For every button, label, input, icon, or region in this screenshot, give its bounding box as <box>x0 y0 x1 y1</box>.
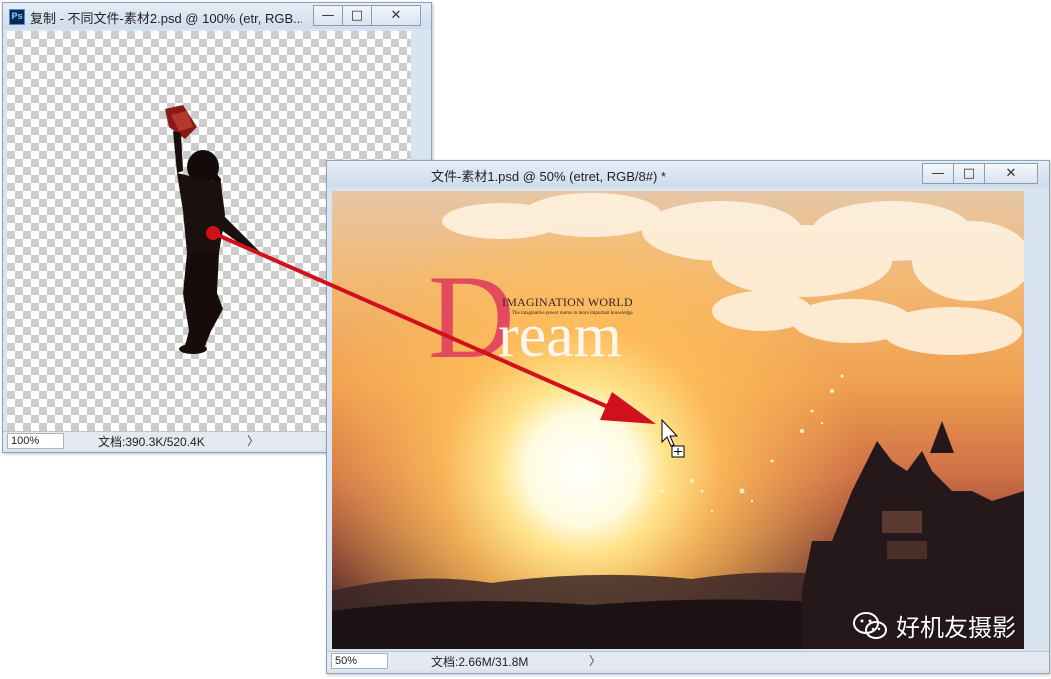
title-bar[interactable]: 文件-素材1.psd @ 50% (etret, RGB/8#) * — □ ✕ <box>327 161 1049 187</box>
maximize-button[interactable]: □ <box>342 5 372 26</box>
watermark: 好机友摄影 <box>852 608 1016 643</box>
title-bar[interactable]: Ps 复制 - 不同文件-素材2.psd @ 100% (etr, RGB...… <box>3 3 431 29</box>
imagination-heading: IMAGINATION WORLD <box>502 295 633 309</box>
maximize-button[interactable]: □ <box>953 163 985 184</box>
status-bar: 50% 文档:2.66M/31.8M 〉 <box>327 651 1049 670</box>
status-menu-arrow[interactable]: 〉 <box>247 432 259 449</box>
window-title: 复制 - 不同文件-素材2.psd @ 100% (etr, RGB... <box>30 11 302 26</box>
window-title: 文件-素材1.psd @ 50% (etret, RGB/8#) * <box>431 169 666 184</box>
close-icon: ✕ <box>1005 166 1017 181</box>
image-canvas[interactable]: D ream IMAGINATION WORLD The imaginative… <box>332 191 1024 649</box>
zoom-field[interactable]: 100% <box>7 433 64 449</box>
close-button[interactable]: ✕ <box>984 163 1038 184</box>
close-icon: ✕ <box>390 8 402 23</box>
minimize-button[interactable]: — <box>313 5 343 26</box>
document-size-info[interactable]: 文档:2.66M/31.8M <box>431 653 528 670</box>
zoom-field[interactable]: 50% <box>331 653 388 669</box>
document-size-info[interactable]: 文档:390.3K/520.4K <box>98 433 205 450</box>
wechat-icon <box>853 611 887 639</box>
imagination-tagline: The imaginative power rooms in more impo… <box>512 311 633 316</box>
maximize-icon: □ <box>350 8 364 23</box>
minimize-icon: — <box>931 166 945 181</box>
close-button[interactable]: ✕ <box>371 5 421 26</box>
watermark-text: 好机友摄影 <box>896 614 1016 642</box>
photoshop-icon: Ps <box>9 9 25 25</box>
status-menu-arrow[interactable]: 〉 <box>589 652 601 669</box>
minimize-icon: — <box>321 8 335 23</box>
minimize-button[interactable]: — <box>922 163 954 184</box>
maximize-icon: □ <box>962 166 976 181</box>
document-window-front[interactable]: 文件-素材1.psd @ 50% (etret, RGB/8#) * — □ ✕ <box>326 160 1050 674</box>
